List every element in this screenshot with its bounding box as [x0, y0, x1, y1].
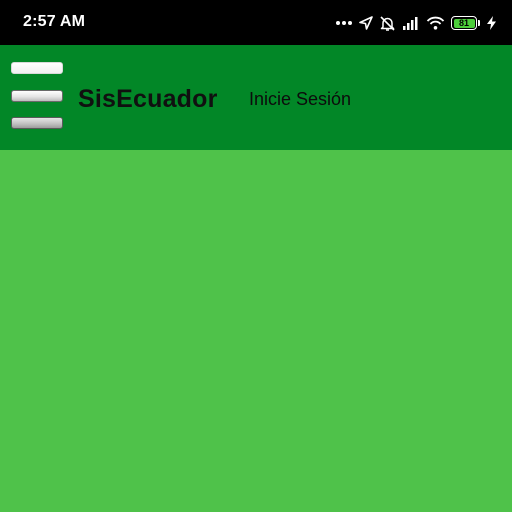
wifi-icon	[426, 16, 445, 30]
menu-icon[interactable]	[8, 60, 68, 135]
menu-bar-top	[11, 62, 63, 74]
battery-icon: 81	[451, 16, 481, 30]
menu-bar-middle	[11, 90, 63, 102]
login-link[interactable]: Inicie Sesión	[249, 89, 351, 110]
status-icons: 81	[335, 12, 496, 34]
signal-icon	[402, 16, 420, 30]
app-header: SisEcuador Inicie Sesión	[0, 45, 512, 150]
battery-level: 81	[458, 17, 469, 28]
status-time: 2:57 AM	[23, 13, 86, 30]
location-arrow-icon	[359, 16, 373, 30]
more-dots-icon	[335, 20, 353, 26]
menu-bar-bottom	[11, 117, 63, 129]
charging-bolt-icon	[487, 16, 496, 30]
status-bar: 2:57 AM 81	[0, 0, 512, 45]
screen: 2:57 AM 81 SisEcuador Inicie Sesión	[0, 0, 512, 512]
content-area	[0, 150, 512, 512]
app-title: SisEcuador	[78, 85, 218, 113]
battery-fill: 81	[453, 17, 475, 28]
alarm-off-icon	[379, 15, 396, 32]
